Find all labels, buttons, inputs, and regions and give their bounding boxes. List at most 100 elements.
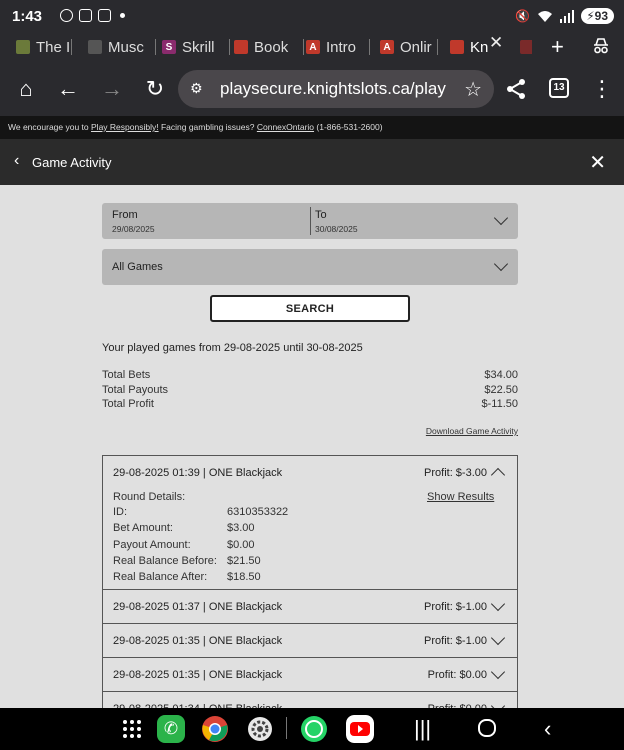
show-results-link[interactable]: Show Results <box>427 491 494 503</box>
chevron-left-icon[interactable]: ‹ <box>14 152 19 170</box>
tab-separator <box>229 39 230 55</box>
tab-favicon-icon: S <box>162 40 176 54</box>
chevron-down-icon[interactable] <box>490 596 506 612</box>
back-nav-icon[interactable]: ‹ <box>544 716 551 742</box>
total-value: $-11.50 <box>481 398 519 410</box>
browser-tab[interactable]: A Onlir <box>380 36 438 58</box>
close-tab-icon[interactable]: ✕ <box>489 33 503 53</box>
url-text[interactable]: playsecure.knightslots.ca/plays <box>220 79 446 99</box>
close-icon[interactable]: ✕ <box>589 150 606 175</box>
banner-text: We encourage you to <box>8 122 92 132</box>
tab-favicon-icon <box>234 40 248 54</box>
whatsapp-app-icon[interactable] <box>300 715 328 743</box>
to-date[interactable]: 30/08/2025 <box>315 224 358 234</box>
activity-item-header[interactable]: 29-08-2025 01:37 | ONE Blackjack Profit: … <box>103 590 517 623</box>
connexontario-link[interactable]: ConnexOntario <box>257 122 314 132</box>
detail-label: Bet Amount: <box>113 522 173 535</box>
activity-item-header[interactable]: 29-08-2025 01:34 | ONE BlackjackProfit: … <box>103 692 517 708</box>
taskbar-divider <box>286 717 287 739</box>
browser-tab[interactable]: Kn <box>450 36 490 58</box>
browser-tab[interactable]: The I <box>16 36 72 58</box>
page-title[interactable]: Game Activity <box>32 155 111 170</box>
activity-item[interactable]: 29-08-2025 01:39 | ONE Blackjack Profit: … <box>103 456 517 590</box>
chevron-up-icon[interactable] <box>490 467 506 483</box>
chevron-down-icon[interactable] <box>493 256 509 272</box>
total-row: Total Bets $34.00 <box>102 369 518 384</box>
settings-app-icon[interactable] <box>246 715 274 743</box>
browser-tab-strip: The I Musc S Skrill Book A Intro A Onlir Kn ✕ + <box>0 32 624 94</box>
chevron-down-icon[interactable] <box>490 698 506 708</box>
chevron-down-icon[interactable] <box>490 664 506 680</box>
activity-item[interactable]: 29-08-2025 01:35 | ONE Blackjack Profit: … <box>103 624 517 658</box>
tab-favicon-icon: A <box>306 40 320 54</box>
tab-switcher-button[interactable]: 13 <box>549 78 569 98</box>
chrome-app-icon[interactable] <box>201 715 229 743</box>
home-icon[interactable]: ⌂ <box>12 75 40 103</box>
browser-tab-label: The I <box>36 38 71 56</box>
total-value: $22.50 <box>484 383 518 396</box>
tab-favicon-icon <box>520 40 532 54</box>
to-label: To <box>315 209 327 221</box>
played-range-text: Your played games from 29-08-2025 until … <box>102 342 363 354</box>
round-details-label: Round Details: <box>113 491 186 503</box>
recent-apps-icon[interactable]: ||| <box>414 716 431 742</box>
from-date[interactable]: 29/08/2025 <box>112 224 155 234</box>
app-drawer-icon[interactable] <box>118 715 146 743</box>
address-bar[interactable]: ⚙ playsecure.knightslots.ca/plays ☆ <box>178 70 494 108</box>
screen-record-icon <box>79 9 92 22</box>
games-select-value[interactable]: All Games <box>112 261 163 273</box>
tab-favicon-icon <box>16 40 30 54</box>
browser-tab[interactable]: A Intro <box>306 36 370 58</box>
browser-tab[interactable]: Musc <box>88 36 156 58</box>
activity-item[interactable]: 29-08-2025 01:35 | ONE Blackjack Profit: … <box>103 658 517 692</box>
menu-kebab-icon[interactable]: ⋮ <box>588 75 616 103</box>
browser-tab[interactable]: Book <box>234 36 304 58</box>
youtube-app-icon[interactable] <box>346 715 374 743</box>
play-responsibly-link[interactable]: Play Responsibly! <box>91 122 159 132</box>
status-time: 1:43 <box>12 8 43 25</box>
share-icon[interactable] <box>502 75 530 103</box>
activity-item-header[interactable]: 29-08-2025 01:35 | ONE Blackjack Profit: … <box>103 658 517 691</box>
total-value: $34.00 <box>484 369 518 381</box>
reload-icon[interactable]: ↻ <box>141 75 169 103</box>
tab-favicon-icon <box>450 40 464 54</box>
android-navigation-bar: ✆ ||| ‹ <box>0 708 624 750</box>
chevron-down-icon[interactable] <box>490 630 506 646</box>
date-range-picker[interactable]: From 29/08/2025 To 30/08/2025 <box>102 203 518 239</box>
wifi-icon <box>538 10 553 22</box>
download-activity-link[interactable]: Download Game Activity <box>426 426 518 436</box>
activity-profit: Profit: $-3.00 <box>424 467 487 479</box>
mute-icon: 🔇 <box>515 9 531 23</box>
detail-value: $0.00 <box>227 538 255 551</box>
signal-icon <box>560 9 575 23</box>
games-select[interactable]: All Games <box>102 249 518 285</box>
forward-arrow-icon[interactable]: → <box>98 75 126 103</box>
activity-item-header[interactable]: 29-08-2025 01:39 | ONE Blackjack Profit: … <box>103 456 517 489</box>
detail-label: Payout Amount: <box>113 538 191 551</box>
activity-item[interactable]: 29-08-2025 01:37 | ONE Blackjack Profit: … <box>103 590 517 624</box>
banner-text: Facing gambling issues? <box>158 122 257 132</box>
activity-item-header[interactable]: 29-08-2025 01:35 | ONE Blackjack Profit: … <box>103 624 517 657</box>
detail-value: $3.00 <box>227 522 255 535</box>
date-divider <box>310 207 311 235</box>
new-tab-icon[interactable]: + <box>551 34 564 60</box>
back-arrow-icon[interactable]: ← <box>54 75 82 103</box>
search-button[interactable]: SEARCH <box>210 295 410 322</box>
site-settings-icon[interactable]: ⚙ <box>190 80 203 97</box>
browser-tab-label: Kn <box>470 38 489 56</box>
chevron-down-icon[interactable] <box>493 210 509 226</box>
activity-item[interactable]: 29-08-2025 01:34 | ONE BlackjackProfit: … <box>103 692 517 708</box>
browser-tab-partial[interactable] <box>520 36 532 58</box>
responsible-gambling-banner: We encourage you to Play Responsibly! Fa… <box>0 116 624 139</box>
home-circle-icon[interactable] <box>477 718 497 738</box>
activity-game-title: 29-08-2025 01:39 | ONE Blackjack <box>113 467 283 479</box>
phone-app-icon[interactable]: ✆ <box>157 715 185 743</box>
battery-level: 93 <box>594 9 608 23</box>
tab-favicon-icon <box>88 40 102 54</box>
total-label: Total Payouts <box>102 383 169 396</box>
tab-separator <box>303 39 304 55</box>
incognito-icon[interactable] <box>592 37 610 55</box>
bookmark-star-icon[interactable]: ☆ <box>464 77 482 102</box>
battery-indicator: ⚡93 <box>581 8 614 24</box>
browser-tab[interactable]: S Skrill <box>162 36 230 58</box>
